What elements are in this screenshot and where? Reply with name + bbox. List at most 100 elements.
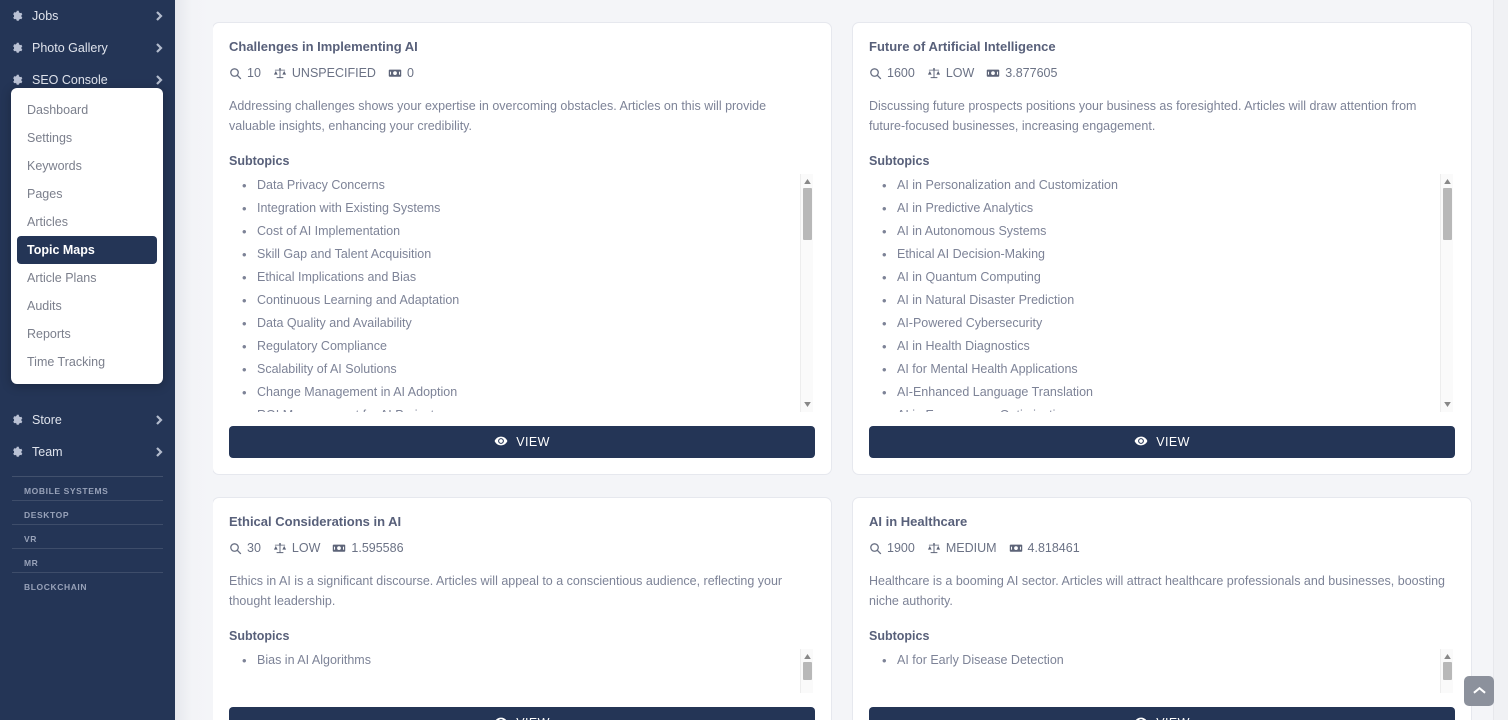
subtopics-scrollbar[interactable] (800, 174, 813, 412)
subtopics-scroll-area[interactable]: AI in Personalization and Customization … (869, 174, 1455, 412)
metric-cpc: 4.818461 (1009, 541, 1080, 555)
subtopics-scroll-area[interactable]: AI for Early Disease Detection (869, 649, 1455, 693)
metric-value: 10 (247, 66, 261, 80)
magnifier-icon (869, 542, 882, 555)
gear-icon (10, 9, 24, 23)
metric-competition: MEDIUM (927, 541, 997, 555)
submenu-item-time-tracking[interactable]: Time Tracking (17, 348, 157, 376)
seo-console-submenu: Dashboard Settings Keywords Pages Articl… (11, 88, 163, 384)
scrollbar-thumb[interactable] (803, 662, 812, 680)
list-item: Data Quality and Availability (242, 312, 793, 335)
sidebar-category-vr[interactable]: VR (12, 525, 163, 549)
scroll-to-top-button[interactable] (1464, 676, 1494, 706)
subtopics-scroll-area[interactable]: Bias in AI Algorithms (229, 649, 815, 693)
metric-value: 4.818461 (1027, 541, 1080, 555)
list-item: Change Management in AI Adoption (242, 381, 793, 404)
sidebar-item-store[interactable]: Store (0, 404, 175, 436)
chevron-right-icon (153, 10, 165, 22)
chevron-right-icon (153, 42, 165, 54)
submenu-item-settings[interactable]: Settings (17, 124, 157, 152)
metric-search-volume: 1900 (869, 541, 915, 555)
metric-search-volume: 10 (229, 66, 261, 80)
metric-value: 30 (247, 541, 261, 555)
sidebar-category-blockchain[interactable]: BLOCKCHAIN (12, 573, 163, 596)
sidebar-item-photo-gallery[interactable]: Photo Gallery (0, 32, 175, 64)
subtopics-scrollbar[interactable] (800, 649, 813, 693)
scroll-down-arrow-icon[interactable] (803, 400, 812, 409)
topic-card: Ethical Considerations in AI 30 LOW 1.59… (212, 497, 832, 720)
sidebar-item-label: Store (32, 413, 62, 427)
card-description: Addressing challenges shows your experti… (229, 99, 767, 133)
eye-icon (494, 715, 508, 720)
submenu-item-topic-maps[interactable]: Topic Maps (17, 236, 157, 264)
submenu-item-reports[interactable]: Reports (17, 320, 157, 348)
metric-value: 0 (406, 66, 414, 80)
metric-value: 3.877605 (1005, 66, 1058, 80)
scrollbar-thumb[interactable] (803, 188, 812, 240)
sidebar-item-team[interactable]: Team (0, 436, 175, 468)
sidebar-category-desktop[interactable]: DESKTOP (12, 501, 163, 525)
metric-value: 1900 (887, 541, 915, 555)
sidebar-item-jobs[interactable]: Jobs (0, 0, 175, 32)
submenu-item-article-plans[interactable]: Article Plans (17, 264, 157, 292)
view-button[interactable]: VIEW (229, 426, 815, 458)
view-button[interactable]: VIEW (869, 707, 1455, 720)
scroll-down-arrow-icon[interactable] (1443, 400, 1452, 409)
list-item: Continuous Learning and Adaptation (242, 289, 793, 312)
app-root: Jobs Photo Gallery SEO Console Dashboard… (0, 0, 1508, 720)
scrollbar-thumb[interactable] (1443, 188, 1452, 240)
sidebar-edge-shadow (175, 0, 213, 720)
card-title: AI in Healthcare (869, 514, 968, 529)
list-item: ROI Measurement for AI Projects (242, 404, 793, 412)
subtopics-scroll-area[interactable]: Data Privacy Concerns Integration with E… (229, 174, 815, 412)
scroll-up-arrow-icon[interactable] (803, 652, 812, 661)
card-metrics: 10 UNSPECIFIED 0 (229, 66, 815, 80)
submenu-item-articles[interactable]: Articles (17, 208, 157, 236)
scales-icon (273, 542, 287, 555)
list-item: AI in Predictive Analytics (882, 197, 1433, 220)
submenu-item-pages[interactable]: Pages (17, 180, 157, 208)
metric-value: MEDIUM (945, 541, 997, 555)
subtopics-scrollbar[interactable] (1440, 174, 1453, 412)
topic-card: Future of Artificial Intelligence 1600 L… (852, 22, 1472, 475)
page-scrollbar[interactable] (1493, 0, 1508, 720)
view-button-label: VIEW (1156, 716, 1190, 720)
list-item: Data Privacy Concerns (242, 174, 793, 197)
submenu-item-keywords[interactable]: Keywords (17, 152, 157, 180)
chevron-right-icon (153, 414, 165, 426)
card-description: Healthcare is a booming AI sector. Artic… (869, 574, 1446, 608)
scroll-up-arrow-icon[interactable] (1443, 177, 1452, 186)
main-content: VIEW VIEW Challenges in Implementing AI (175, 0, 1508, 720)
list-item: AI in Natural Disaster Prediction (882, 289, 1433, 312)
card-metrics: 1600 LOW 3.877605 (869, 66, 1455, 80)
banknote-icon (388, 67, 402, 79)
eye-icon (1134, 715, 1148, 720)
subtopics-label: Subtopics (869, 154, 930, 168)
card-title: Future of Artificial Intelligence (869, 39, 1056, 54)
card-description: Ethics in AI is a significant discourse.… (229, 574, 783, 608)
sidebar-category-mobile-systems[interactable]: MOBILE SYSTEMS (12, 477, 163, 501)
list-item: Cost of AI Implementation (242, 220, 793, 243)
list-item: AI in Personalization and Customization (882, 174, 1433, 197)
view-button[interactable]: VIEW (869, 426, 1455, 458)
metric-cpc: 0 (388, 66, 414, 80)
list-item: AI-Enhanced Language Translation (882, 381, 1433, 404)
scroll-up-arrow-icon[interactable] (1443, 652, 1452, 661)
sidebar-category-mr[interactable]: MR (12, 549, 163, 573)
chevron-right-icon (153, 74, 165, 86)
view-button[interactable]: VIEW (229, 707, 815, 720)
subtopics-scrollbar[interactable] (1440, 649, 1453, 693)
sidebar-item-label: Jobs (32, 9, 59, 23)
view-button-label: VIEW (516, 716, 550, 720)
submenu-item-dashboard[interactable]: Dashboard (17, 96, 157, 124)
list-item: AI for Mental Health Applications (882, 358, 1433, 381)
scrollbar-thumb[interactable] (1443, 662, 1452, 680)
scroll-up-arrow-icon[interactable] (803, 177, 812, 186)
list-item: Ethical Implications and Bias (242, 266, 793, 289)
card-title: Challenges in Implementing AI (229, 39, 418, 54)
submenu-item-audits[interactable]: Audits (17, 292, 157, 320)
scales-icon (927, 542, 941, 555)
topic-card: AI in Healthcare 1900 MEDIUM 4.818461 He… (852, 497, 1472, 720)
metric-competition: LOW (927, 66, 974, 80)
view-button-label: VIEW (516, 435, 550, 449)
